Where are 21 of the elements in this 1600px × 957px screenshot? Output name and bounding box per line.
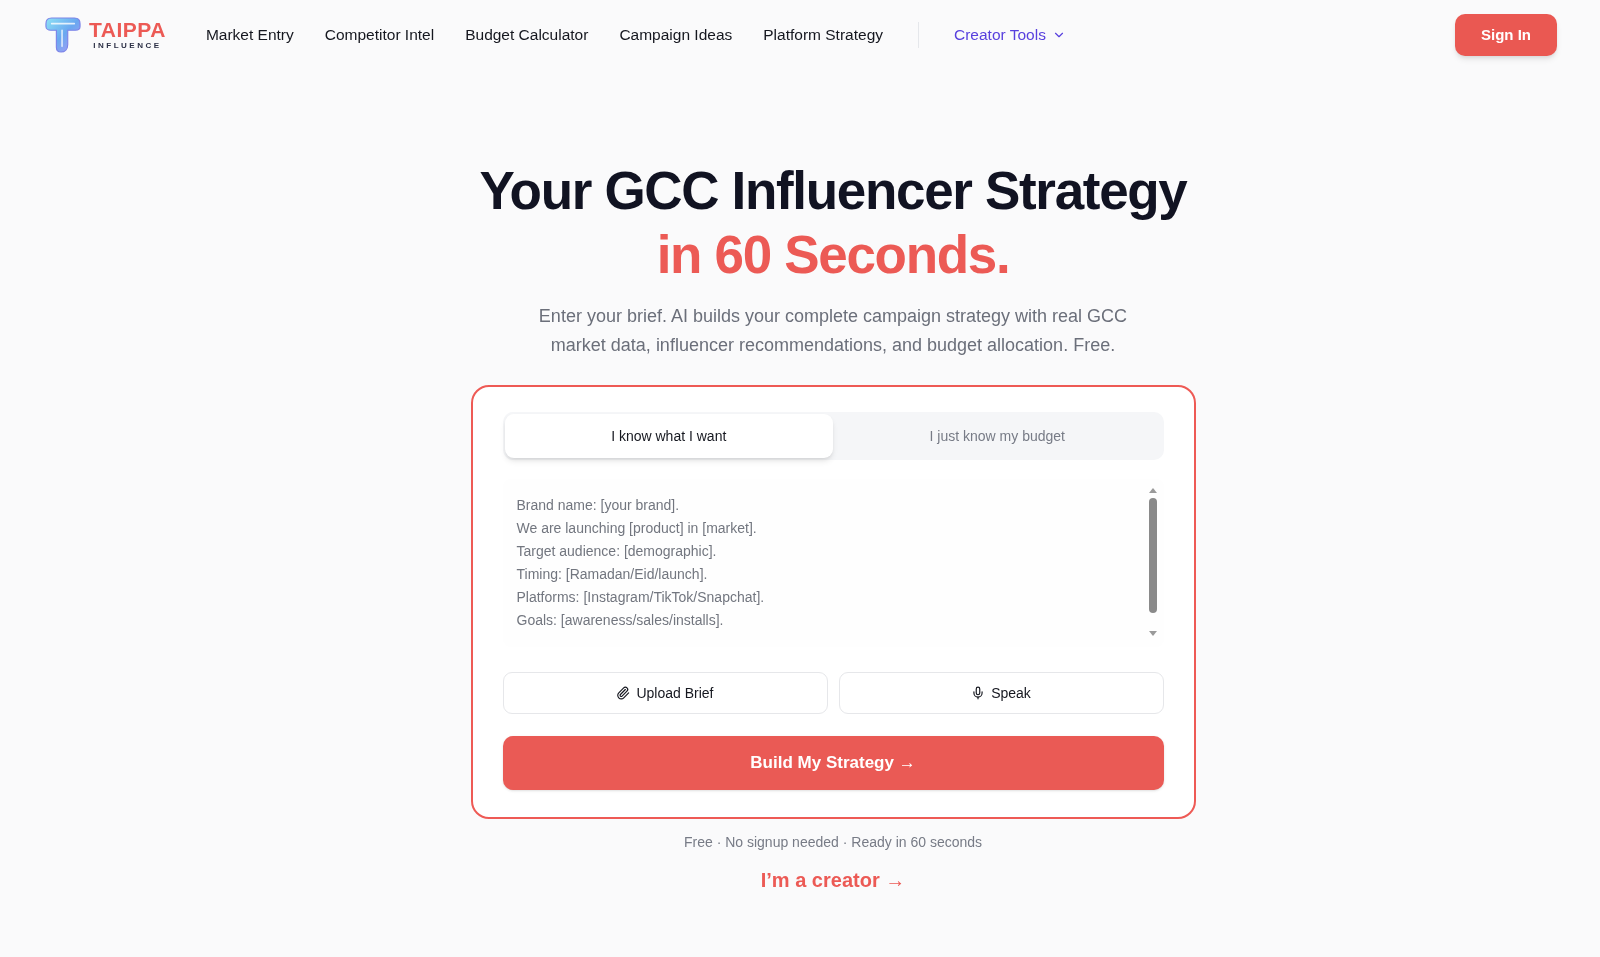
hero-highlight: in 60 Seconds. <box>656 224 1010 286</box>
nav-link[interactable]: Market Entry <box>205 23 294 47</box>
speak-button[interactable]: Speak <box>838 672 1164 714</box>
tab[interactable]: I just know my budget <box>833 414 1162 458</box>
nav-link[interactable]: Competitor Intel <box>324 23 435 47</box>
free-note: Free · No signup needed · Ready in 60 seconds <box>683 833 983 852</box>
upload-button[interactable]: Upload Brief <box>502 672 828 714</box>
scrollbar[interactable] <box>1146 487 1159 637</box>
nav-link[interactable]: Platform Strategy <box>763 23 883 47</box>
hero-title: Your GCC Influencer Strategy <box>479 160 1187 222</box>
logo-tagline: INFLUENCE <box>93 41 162 51</box>
paperclip-icon <box>616 686 631 700</box>
logo-wordmark: TAIPPA <box>89 19 166 41</box>
tab[interactable]: I know what I want <box>504 414 833 458</box>
hero-subtitle: Enter your brief. AI builds your complete campaign strategy with real GCC market data, influencer recommendations, and budget allocation. Free. <box>537 305 1129 357</box>
nav-link[interactable]: Budget Calculator <box>465 23 589 47</box>
logo-icon <box>44 17 82 53</box>
microphone-icon <box>971 686 986 700</box>
nav-link[interactable]: Campaign Ideas <box>619 23 733 47</box>
brief-textarea[interactable]: Brand name: [your brand]. We are launching [product] in [market]. Target audience: [demographic]. Timing: [Ramadan/Eid/launch]. Platforms: [Instagram/TikTok/Snapchat]. Goals: [awareness/sales/installs]. <box>502 479 1143 647</box>
creator-tools-menu[interactable]: Creator Tools <box>954 23 1066 47</box>
